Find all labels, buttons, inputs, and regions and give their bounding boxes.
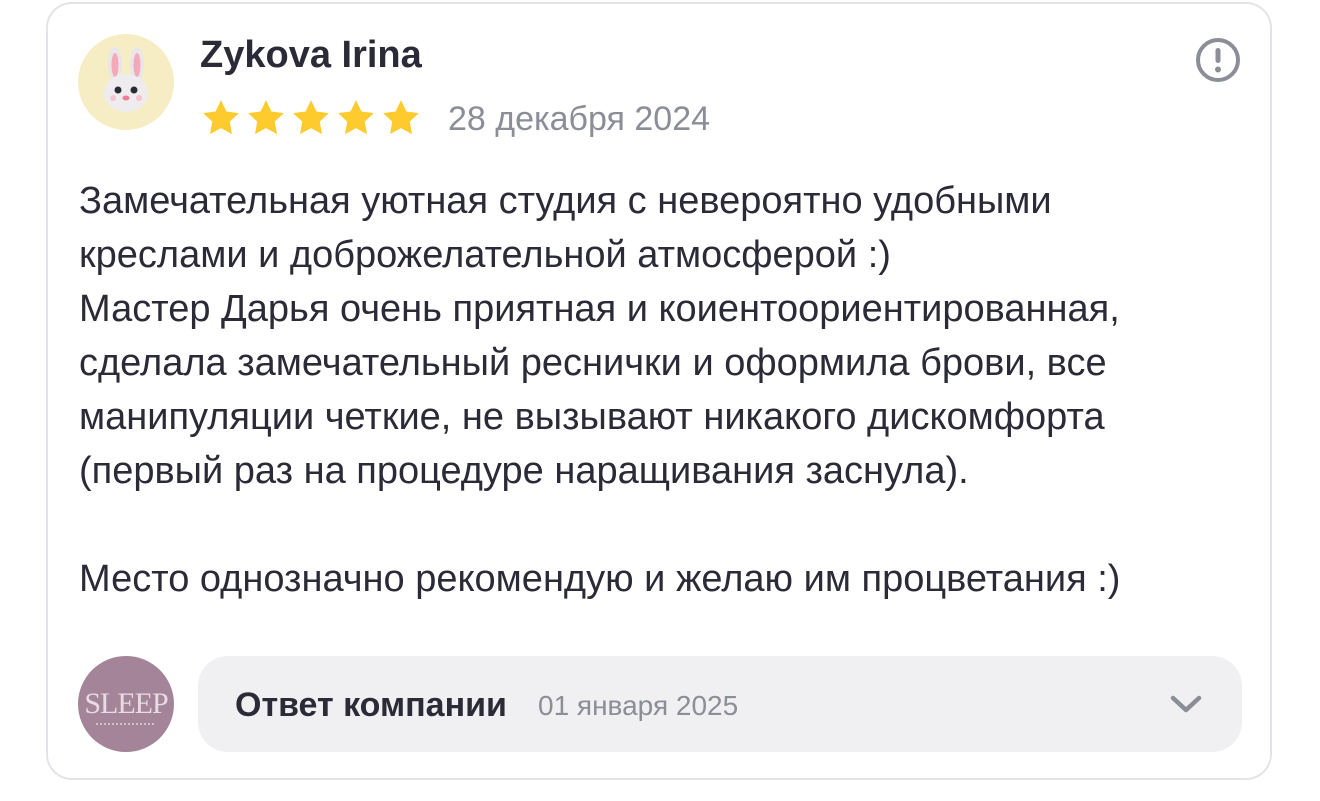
chevron-down-icon [1170,695,1202,713]
company-reply-title: Ответ компании [235,686,507,724]
bunny-icon [104,47,148,112]
company-reply-date: 01 января 2025 [538,690,739,721]
star-icon [338,100,374,135]
company-logo-subline [96,723,156,725]
exclamation-circle-icon [1196,38,1240,82]
rating-stars [200,97,422,139]
author-avatar[interactable] [78,34,174,130]
author-name[interactable]: Zykova Irina [200,34,422,77]
company-avatar[interactable]: SLEEP [78,656,174,752]
review-text: Замечательная уютная студия с невероятно… [79,180,1121,600]
star-icon [248,100,284,135]
company-logo: SLEEP [84,687,168,720]
company-reply-toggle[interactable]: Ответ компании 01 января 2025 [198,656,1242,752]
star-icon [293,100,329,135]
review-date: 28 декабря 2024 [448,100,711,138]
star-icon [383,100,419,135]
report-button[interactable] [1194,36,1242,84]
star-icon [203,100,239,135]
